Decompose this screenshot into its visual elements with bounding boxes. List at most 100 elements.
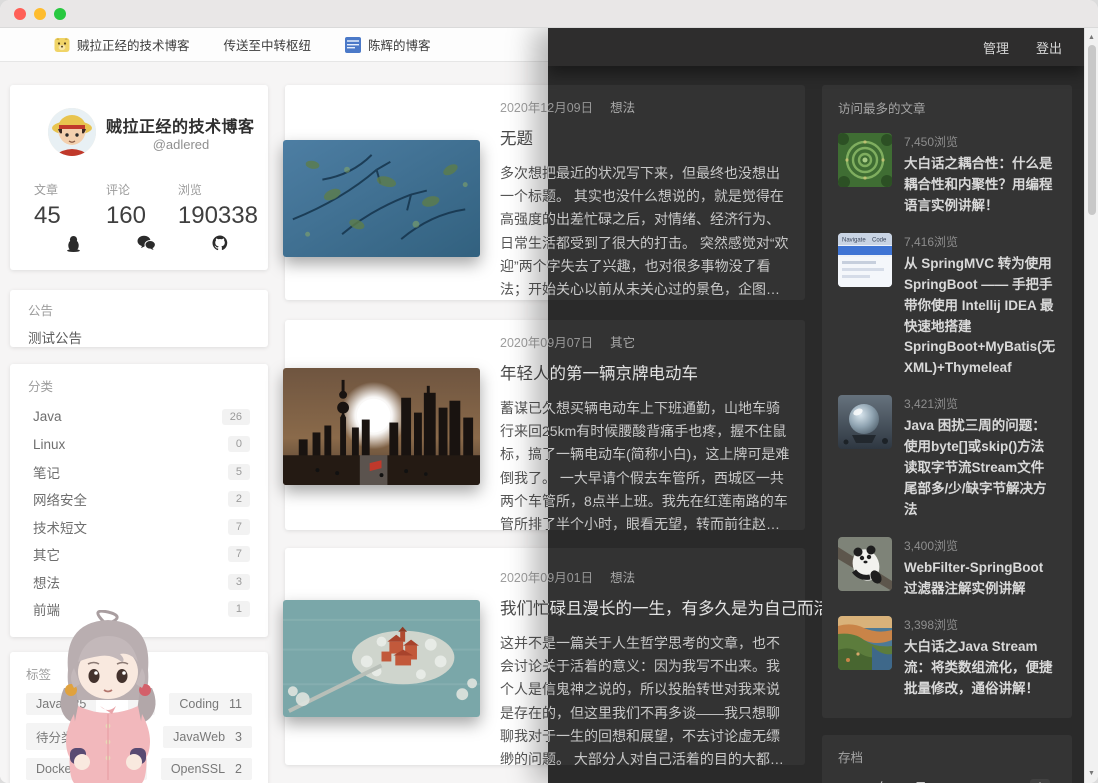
article-category[interactable]: 想法 — [610, 567, 635, 586]
bookmark-hub[interactable]: 传送至中转枢纽 — [224, 35, 312, 54]
svg-text:Navigate: Navigate — [842, 237, 866, 243]
article-cover-castle-island[interactable] — [283, 600, 480, 717]
article-list: 2020年12月09日想法 无题 多次想把最近的状况写下来，但最终也没想出一个标… — [548, 85, 839, 767]
live2d-mascot-girl[interactable] — [44, 609, 172, 783]
archive-header: 存档 — [838, 750, 864, 765]
blue-favicon-icon — [345, 36, 362, 53]
popular-article-item[interactable]: Navigate Code 7,416浏览 从 SpringMVC 转为使用 Sp… — [838, 232, 1056, 380]
crystal-ball-thumb — [838, 395, 892, 450]
article-excerpt: 蓄谋已久想买辆电动车上下班通勤，山地车骑行来回25km有时候腰酸背痛手也疼，握不… — [548, 400, 790, 533]
avatar — [48, 108, 96, 156]
article-date: 2020年09月07日 — [548, 336, 594, 350]
popular-article-title: 从 SpringMVC 转为使用 SpringBoot —— 手把手带你使用 I… — [904, 255, 1056, 376]
macos-titlebar — [0, 0, 1098, 28]
panda-thumb — [838, 536, 892, 591]
stat-label: 评论 — [105, 183, 130, 197]
garden-aerial-thumb — [838, 133, 892, 187]
stat-value: 190338 — [177, 202, 258, 229]
bookmark-chenhui[interactable]: 陈辉的博客 — [345, 35, 431, 54]
coast-thumb — [838, 615, 892, 670]
stat-label: 浏览 — [177, 183, 202, 197]
minimize-window-button[interactable] — [34, 8, 46, 20]
category-count: 5 — [227, 463, 250, 480]
scrollbar-thumb[interactable] — [1088, 45, 1096, 215]
popular-article-title: 大白话之Java Stream流：将类数组流化，便捷批量修改，通俗讲解！ — [904, 638, 1053, 696]
article-excerpt: 多次想把最近的状况写下来，但最终也没想出一个标题。 其实也没什么想说的，就是觉得… — [548, 165, 789, 298]
tag-chip[interactable]: Coding 11 — [169, 693, 252, 715]
wechat-icon[interactable] — [137, 235, 156, 252]
view-count: 3,398浏览 — [904, 617, 959, 632]
category-count: 3 — [227, 573, 250, 590]
category-count: 0 — [227, 436, 250, 453]
profile-card: 贼拉正经的技术博客 @adlered 文章 45 评论 160 浏览 190338 — [10, 85, 268, 270]
article-card: 2020年12月09日 想法 无题 多次想把最近的状况写下来，但最终也没想出一个标… — [548, 85, 805, 336]
manage-link[interactable]: 管理 — [983, 38, 1009, 57]
announcement-card: 公告 测试公告 — [10, 290, 268, 347]
github-icon[interactable] — [212, 235, 228, 252]
browser-window: 贼拉正经的技术博客 传送至中转枢纽 陈辉的博客 贼拉正经的技术博客 @adler… — [0, 0, 1098, 783]
dark-page-clip: 贼拉正经的技术博客 @adlered 文章45 评论160 浏览190338 公… — [548, 62, 1084, 783]
view-count: 3,421浏览 — [904, 397, 959, 412]
tag-chip[interactable]: JavaWeb 3 — [163, 725, 252, 748]
category-item[interactable]: 想法 3 — [33, 568, 250, 596]
logout-link[interactable]: 登出 — [1036, 38, 1062, 57]
category-item[interactable]: 其它 7 — [33, 541, 250, 569]
categories-card: 分类 Java 26 Linux 0 笔记 5 网络安全 2 技术短文 7 其它 7 想法 3… — [10, 364, 268, 637]
most-visited-card: 访问最多的文章 7,450浏览 大白话之耦合性：什么是耦合性和内聚性？用编程语言… — [822, 85, 1072, 718]
announcement-header: 公告 — [28, 304, 54, 318]
qq-icon[interactable] — [66, 235, 81, 252]
category-count: 7 — [227, 518, 250, 535]
dark-mode-overlay-panel: 管理 登出 贼拉正经的技术博客 @adlered 文章45 评论160 浏览19… — [548, 28, 1084, 783]
fullscreen-window-button[interactable] — [54, 8, 66, 20]
article-card: 2020年09月07日 其它 年轻人的第一辆京牌电动车 蓄谋已久想买辆电动车上下班… — [548, 320, 805, 571]
article-category[interactable]: 想法 — [610, 97, 635, 116]
most-visited-header: 访问最多的文章 — [838, 102, 926, 116]
popular-article-title: 大白话之耦合性：什么是耦合性和内聚性？用编程语言实例讲解！ — [904, 156, 1053, 213]
popular-article-item[interactable]: 3,400浏览 WebFilter-SpringBoot过滤器注解实例讲解 — [838, 536, 1056, 600]
browser-scrollbar[interactable]: ▲ ▼ — [1084, 28, 1098, 783]
view-count: 3,400浏览 — [904, 538, 959, 553]
doge-favicon-icon — [54, 37, 70, 53]
announcement-text[interactable]: 测试公告 — [28, 327, 250, 347]
popular-article-item[interactable]: 3,398浏览 大白话之Java Stream流：将类数组流化，便捷批量修改，通… — [838, 615, 1056, 700]
bookmark-label: 陈辉的博客 — [368, 39, 431, 53]
site-navbar: 管理 登出 — [548, 28, 1084, 66]
profile-stats: 文章 45 评论 160 浏览 190338 — [34, 181, 258, 230]
category-item[interactable]: Java 26 — [33, 403, 250, 431]
blog-title: 贼拉正经的技术博客 — [106, 119, 255, 136]
article-card: 2020年09月01日 想法 我们忙碌且漫长的一生，有多久是为自己而活? 这并不是… — [548, 548, 839, 767]
popular-article-item[interactable]: 3,421浏览 Java 困扰三周的问题：使用byte[]或skip()方法读取… — [838, 395, 1056, 521]
popular-article-title: Java 困扰三周的问题：使用byte[]或skip()方法读取字节流Strea… — [904, 418, 1047, 517]
article-title[interactable]: 无题 — [548, 125, 791, 149]
categories-header: 分类 — [28, 380, 54, 394]
svg-text:Code: Code — [872, 237, 887, 243]
bookmark-label: 贼拉正经的技术博客 — [77, 39, 190, 53]
category-count: 26 — [221, 408, 250, 425]
scroll-down-arrow-icon[interactable]: ▼ — [1085, 770, 1098, 777]
article-cover-shanghai-sunset[interactable] — [283, 368, 480, 485]
article-category[interactable]: 其它 — [610, 332, 635, 351]
popular-article-title: WebFilter-SpringBoot过滤器注解实例讲解 — [904, 559, 1044, 596]
article-date: 2020年09月01日 — [548, 571, 594, 585]
blog-handle: @adlered — [152, 137, 210, 152]
article-title[interactable]: 年轻人的第一辆京牌电动车 — [548, 360, 791, 384]
tag-chip[interactable]: OpenSSL 2 — [160, 758, 252, 780]
article-cover-blue-leaves[interactable] — [283, 140, 480, 257]
category-item[interactable]: 技术短文 7 — [33, 513, 250, 541]
bookmark-blog[interactable]: 贼拉正经的技术博客 — [54, 35, 190, 54]
category-item[interactable]: 网络安全 2 — [33, 486, 250, 514]
bookmark-label: 传送至中转枢纽 — [223, 39, 312, 53]
close-window-button[interactable] — [14, 8, 26, 20]
stat-value: 160 — [105, 202, 146, 229]
category-item[interactable]: Linux 0 — [33, 431, 250, 459]
popular-article-item[interactable]: 7,450浏览 大白话之耦合性：什么是耦合性和内聚性？用编程语言实例讲解！ — [838, 133, 1056, 217]
right-sidebar: 访问最多的文章 7,450浏览 大白话之耦合性：什么是耦合性和内聚性？用编程语言… — [822, 85, 1072, 783]
article-excerpt: 这并不是一篇关于人生哲学思考的文章，也不会讨论关于活着的意义：因为我写不出来。我… — [548, 635, 784, 768]
archive-card: 存档 2020 年 12 月1 2020 年 09 月2 2020 年 05 月… — [822, 734, 1072, 783]
archive-count: 1 — [1029, 779, 1050, 783]
archive-item[interactable]: 2020 年 12 月1 — [844, 774, 1050, 783]
scroll-up-arrow-icon[interactable]: ▲ — [1085, 34, 1098, 41]
article-date: 2020年12月09日 — [548, 101, 594, 115]
category-item[interactable]: 笔记 5 — [33, 458, 250, 486]
article-title[interactable]: 我们忙碌且漫长的一生，有多久是为自己而活? — [548, 595, 839, 619]
